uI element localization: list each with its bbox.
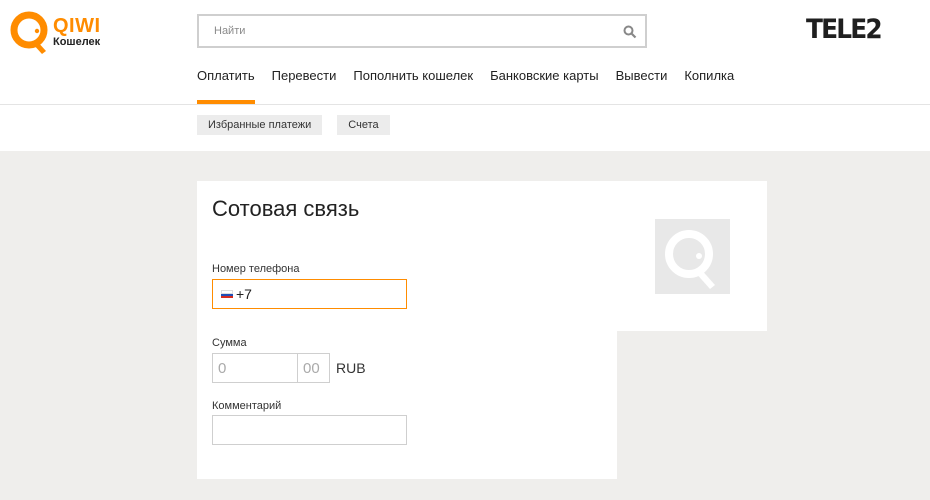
subnav-invoices[interactable]: Счета xyxy=(337,115,390,135)
comment-label: Комментарий xyxy=(212,400,282,412)
main-nav: Оплатить Перевести Пополнить кошелек Бан… xyxy=(197,68,751,104)
search-icon[interactable] xyxy=(623,25,637,39)
russia-flag-icon xyxy=(221,290,233,298)
phone-prefix: +7 xyxy=(236,286,252,302)
currency-label: RUB xyxy=(336,360,366,376)
comment-input[interactable] xyxy=(212,415,407,445)
nav-item-bank-cards[interactable]: Банковские карты xyxy=(490,68,599,104)
search-bar xyxy=(197,14,647,48)
qiwi-logo[interactable]: QIWI Кошелек xyxy=(10,10,110,56)
qiwi-logo-icon xyxy=(10,11,48,54)
nav-item-top-up[interactable]: Пополнить кошелек xyxy=(353,68,473,104)
nav-item-withdraw[interactable]: Вывести xyxy=(616,68,668,104)
header-divider xyxy=(0,104,930,105)
logo-brand: QIWI xyxy=(53,15,101,37)
amount-rubles-input[interactable] xyxy=(212,353,298,383)
sub-nav: Избранные платежи Счета xyxy=(197,115,405,135)
provider-logo xyxy=(655,219,730,294)
amount-kopecks-input[interactable] xyxy=(297,353,330,383)
phone-input[interactable]: +7 xyxy=(212,279,407,309)
nav-item-piggy-bank[interactable]: Копилка xyxy=(684,68,734,104)
phone-label: Номер телефона xyxy=(212,263,300,275)
tele2-logo: TELE2 xyxy=(806,14,883,45)
qiwi-provider-icon xyxy=(665,230,715,289)
amount-label: Сумма xyxy=(212,337,247,349)
subnav-favorites[interactable]: Избранные платежи xyxy=(197,115,323,135)
logo-subtitle: Кошелек xyxy=(53,36,101,48)
search-input[interactable] xyxy=(199,16,599,46)
nav-item-pay[interactable]: Оплатить xyxy=(197,68,255,104)
page-title: Сотовая связь xyxy=(212,196,360,221)
nav-item-transfer[interactable]: Перевести xyxy=(272,68,337,104)
